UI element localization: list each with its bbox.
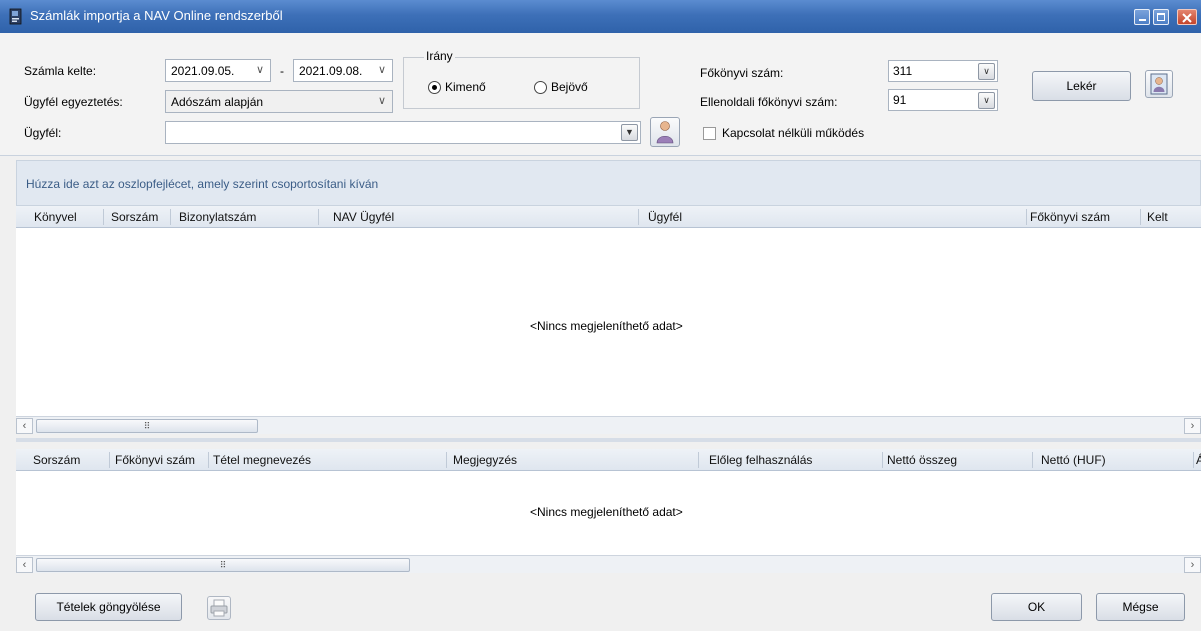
close-icon bbox=[1182, 13, 1192, 23]
column-separator[interactable] bbox=[103, 209, 104, 225]
column-header[interactable]: NAV Ügyfél bbox=[333, 210, 394, 224]
printer-icon bbox=[210, 599, 228, 617]
column-header[interactable]: Kelt bbox=[1147, 210, 1168, 224]
person-icon bbox=[656, 121, 674, 144]
column-header[interactable]: Sorszám bbox=[33, 453, 80, 467]
column-header[interactable]: Á bbox=[1196, 453, 1201, 467]
invoices-empty-message: <Nincs megjeleníthető adat> bbox=[530, 319, 683, 333]
window-title: Számlák importja a NAV Online rendszerbő… bbox=[30, 8, 283, 23]
counter-ledger-label: Ellenoldali főkönyvi szám: bbox=[700, 95, 838, 109]
items-horizontal-scrollbar[interactable]: ‹ ⠿ › bbox=[16, 555, 1201, 573]
items-grid-header: Sorszám Főkönyvi szám Tétel megnevezés M… bbox=[16, 449, 1201, 471]
invoices-grid-body[interactable]: <Nincs megjeleníthető adat> bbox=[16, 228, 1201, 416]
ok-button-label: OK bbox=[1027, 600, 1046, 614]
counter-ledger-dropdown-button[interactable]: ∨ bbox=[978, 92, 995, 109]
column-header[interactable]: Előleg felhasználás bbox=[709, 453, 812, 467]
column-header[interactable]: Nettó (HUF) bbox=[1041, 453, 1106, 467]
chevron-down-icon: ∨ bbox=[255, 64, 264, 76]
column-separator[interactable] bbox=[1140, 209, 1141, 225]
client-match-select[interactable]: Adószám alapján ∨ bbox=[165, 90, 393, 113]
date-range-separator: - bbox=[280, 64, 284, 78]
direction-outgoing-radio[interactable] bbox=[428, 81, 441, 94]
column-separator[interactable] bbox=[1193, 452, 1194, 468]
roll-items-button[interactable]: Tételek göngyölése bbox=[35, 593, 182, 621]
invoices-horizontal-scrollbar[interactable]: ‹ ⠿ › bbox=[16, 416, 1201, 434]
items-grid-body-area[interactable]: <Nincs megjeleníthető adat> bbox=[16, 471, 1201, 555]
column-separator[interactable] bbox=[638, 209, 639, 225]
column-separator[interactable] bbox=[170, 209, 171, 225]
scroll-right-icon[interactable]: › bbox=[1184, 557, 1201, 573]
person-card-icon bbox=[1150, 73, 1168, 95]
client-match-label: Ügyfél egyeztetés: bbox=[24, 95, 123, 109]
scroll-left-icon[interactable]: ‹ bbox=[16, 418, 33, 434]
column-header[interactable]: Bizonylatszám bbox=[179, 210, 256, 224]
chevron-down-icon: ∨ bbox=[377, 95, 386, 107]
invoices-grid-header: Könyvel Sorszám Bizonylatszám NAV Ügyfél… bbox=[16, 206, 1201, 228]
column-header[interactable]: Tétel megnevezés bbox=[213, 453, 311, 467]
client-match-value: Adószám alapján bbox=[171, 95, 264, 109]
ledger-number-label: Főkönyvi szám: bbox=[700, 66, 784, 80]
title-bar: Számlák importja a NAV Online rendszerbő… bbox=[0, 0, 1201, 33]
print-button[interactable] bbox=[207, 596, 231, 620]
client-picker-button[interactable] bbox=[650, 117, 680, 147]
scrollbar-thumb[interactable]: ⠿ bbox=[36, 419, 258, 433]
chevron-down-icon: ∨ bbox=[983, 95, 990, 105]
column-separator[interactable] bbox=[882, 452, 883, 468]
direction-incoming-label[interactable]: Bejövő bbox=[551, 80, 588, 94]
offline-mode-checkbox[interactable] bbox=[703, 127, 716, 140]
cancel-button[interactable]: Mégse bbox=[1096, 593, 1185, 621]
ledger-number-value: 311 bbox=[893, 64, 913, 78]
scroll-right-icon[interactable]: › bbox=[1184, 418, 1201, 434]
triangle-down-icon: ▼ bbox=[625, 127, 634, 137]
direction-group-title: Irány bbox=[424, 49, 455, 63]
grid-splitter[interactable] bbox=[16, 438, 1201, 442]
date-from-value: 2021.09.05. bbox=[171, 64, 235, 78]
chevron-down-icon: ∨ bbox=[983, 66, 990, 76]
radio-selected-dot bbox=[432, 85, 437, 90]
client-label: Ügyfél: bbox=[24, 126, 62, 140]
cancel-button-label: Mégse bbox=[1122, 600, 1159, 614]
column-separator[interactable] bbox=[446, 452, 447, 468]
close-button[interactable] bbox=[1177, 9, 1197, 25]
minimize-button[interactable] bbox=[1134, 9, 1150, 25]
ok-button[interactable]: OK bbox=[991, 593, 1082, 621]
column-separator[interactable] bbox=[698, 452, 699, 468]
invoice-date-label: Számla kelte: bbox=[24, 64, 97, 78]
date-to-picker[interactable]: 2021.09.08. ∨ bbox=[293, 59, 393, 82]
fetch-button[interactable]: Lekér bbox=[1032, 71, 1131, 101]
column-header[interactable]: Könyvel bbox=[34, 210, 77, 224]
column-header[interactable]: Főkönyvi szám bbox=[1030, 210, 1110, 224]
scrollbar-thumb[interactable]: ⠿ bbox=[36, 558, 410, 572]
column-header[interactable]: Nettó összeg bbox=[887, 453, 957, 467]
column-separator[interactable] bbox=[1026, 209, 1027, 225]
ledger-number-combo[interactable]: 311 ∨ bbox=[888, 60, 998, 82]
maximize-button[interactable] bbox=[1153, 9, 1169, 25]
date-from-picker[interactable]: 2021.09.05. ∨ bbox=[165, 59, 271, 82]
counter-ledger-value: 91 bbox=[893, 93, 907, 107]
column-separator[interactable] bbox=[318, 209, 319, 225]
ledger-book-icon bbox=[9, 8, 22, 25]
column-separator[interactable] bbox=[109, 452, 110, 468]
scroll-left-icon[interactable]: ‹ bbox=[16, 557, 33, 573]
fetch-side-button[interactable] bbox=[1145, 70, 1173, 98]
counter-ledger-combo[interactable]: 91 ∨ bbox=[888, 89, 998, 111]
items-empty-message: <Nincs megjeleníthető adat> bbox=[530, 505, 683, 519]
maximize-icon bbox=[1157, 13, 1165, 21]
direction-outgoing-label[interactable]: Kimenő bbox=[445, 80, 486, 94]
column-separator[interactable] bbox=[1032, 452, 1033, 468]
group-by-hint: Húzza ide azt az oszlopfejlécet, amely s… bbox=[26, 177, 379, 191]
chevron-down-icon: ∨ bbox=[377, 64, 386, 76]
minimize-icon bbox=[1139, 19, 1146, 21]
column-header[interactable]: Megjegyzés bbox=[453, 453, 517, 467]
ledger-dropdown-button[interactable]: ∨ bbox=[978, 63, 995, 80]
column-header[interactable]: Ügyfél bbox=[648, 210, 682, 224]
direction-incoming-radio[interactable] bbox=[534, 81, 547, 94]
offline-mode-label[interactable]: Kapcsolat nélküli működés bbox=[722, 126, 864, 140]
column-header[interactable]: Sorszám bbox=[111, 210, 158, 224]
client-combo[interactable]: ▼ bbox=[165, 121, 641, 144]
client-dropdown-button[interactable]: ▼ bbox=[621, 124, 638, 141]
column-header[interactable]: Főkönyvi szám bbox=[115, 453, 195, 467]
date-to-value: 2021.09.08. bbox=[299, 64, 363, 78]
column-separator[interactable] bbox=[208, 452, 209, 468]
